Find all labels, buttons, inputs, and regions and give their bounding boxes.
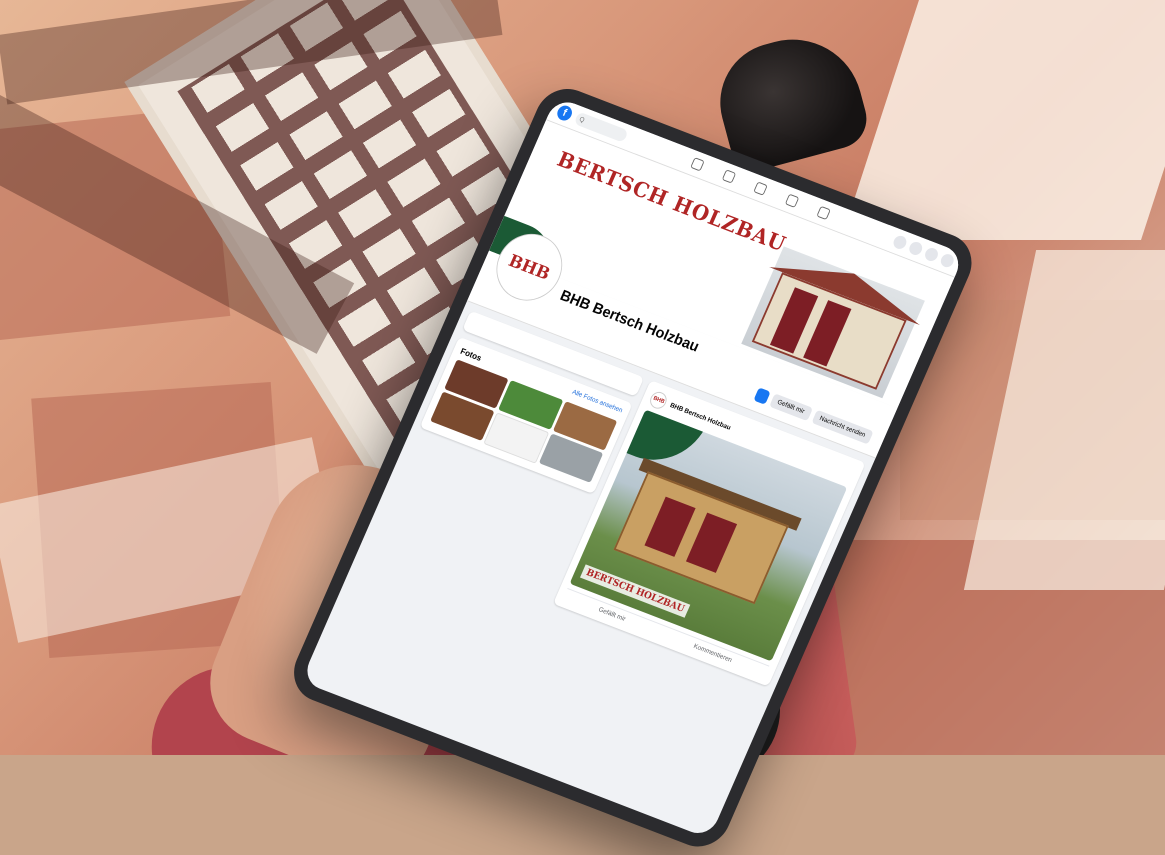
post-author-avatar[interactable]: BHB <box>647 389 670 412</box>
like-post-button[interactable]: Gefällt mir <box>597 607 626 623</box>
menu-grid-icon[interactable] <box>891 234 909 251</box>
primary-action-button[interactable] <box>753 387 771 405</box>
marketplace-icon[interactable] <box>784 193 799 208</box>
comment-post-button[interactable]: Kommentieren <box>692 643 732 664</box>
messenger-icon[interactable] <box>907 240 925 257</box>
notifications-icon[interactable] <box>923 246 940 263</box>
facebook-logo-icon[interactable]: f <box>554 103 575 123</box>
pages-icon[interactable] <box>721 169 736 184</box>
groups-icon[interactable] <box>815 205 831 220</box>
watch-icon[interactable] <box>752 181 768 196</box>
account-avatar[interactable] <box>938 252 956 269</box>
home-icon[interactable] <box>689 156 705 172</box>
